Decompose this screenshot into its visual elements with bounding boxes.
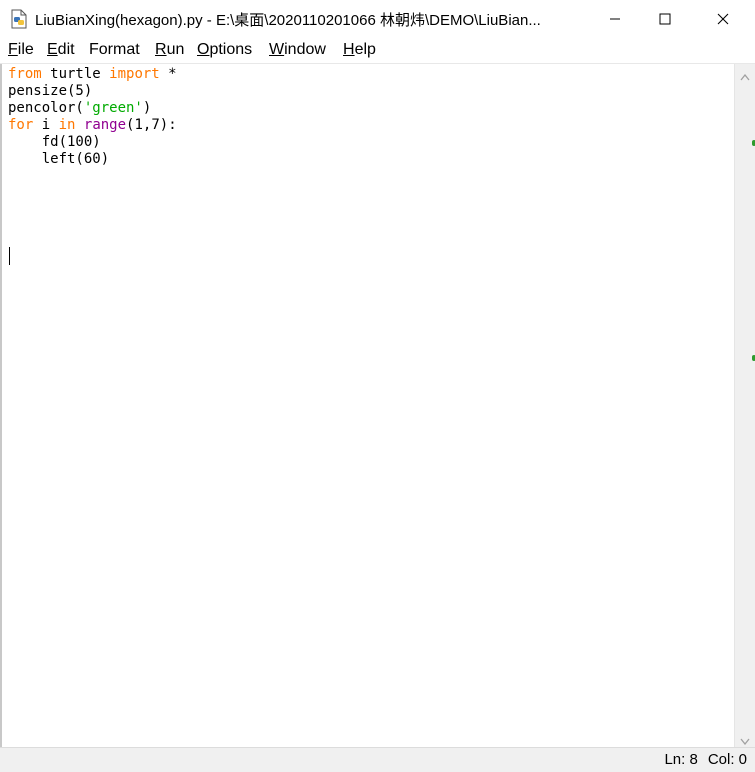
builtin-range: range (83, 117, 127, 133)
menu-options[interactable]: Options (197, 41, 252, 59)
menu-bar: File Edit Format Run Options Window Help (0, 38, 755, 64)
keyword-for: for (8, 117, 34, 133)
column-number: Col: 0 (707, 751, 747, 768)
menu-edit[interactable]: Edit (47, 41, 75, 59)
code-line-pensize: pensize(5) (8, 83, 93, 99)
keyword-from: from (8, 66, 42, 82)
minimize-button[interactable] (592, 0, 638, 38)
minimize-icon (610, 18, 620, 20)
code-line-fd: fd(100) (8, 134, 101, 150)
menu-format[interactable]: Format (89, 41, 140, 59)
window-title: LiuBianXing(hexagon).py - E:\桌面\20201102… (35, 12, 541, 29)
title-bar: LiuBianXing(hexagon).py - E:\桌面\20201102… (0, 0, 755, 38)
text-cursor (9, 247, 10, 265)
close-icon (717, 13, 729, 25)
status-bar: Ln: 8 Col: 0 (0, 747, 755, 772)
close-button[interactable] (700, 0, 746, 38)
menu-file[interactable]: File (8, 41, 34, 59)
vertical-scrollbar[interactable] (734, 64, 755, 747)
maximize-button[interactable] (642, 0, 688, 38)
menu-help[interactable]: Help (343, 41, 376, 59)
string-green: 'green' (83, 100, 143, 116)
scroll-up-arrow-icon[interactable] (740, 68, 750, 86)
code-text[interactable]: from turtle import * pensize(5) pencolor… (8, 66, 177, 168)
menu-window[interactable]: Window (269, 41, 326, 59)
keyword-import: import (109, 66, 160, 82)
line-number: Ln: 8 (664, 751, 698, 768)
code-editor[interactable]: from turtle import * pensize(5) pencolor… (0, 64, 736, 747)
menu-run[interactable]: Run (155, 41, 184, 59)
code-line-left: left(60) (8, 151, 110, 167)
keyword-in: in (58, 117, 76, 133)
maximize-icon (659, 13, 671, 25)
python-file-icon[interactable] (10, 9, 28, 29)
